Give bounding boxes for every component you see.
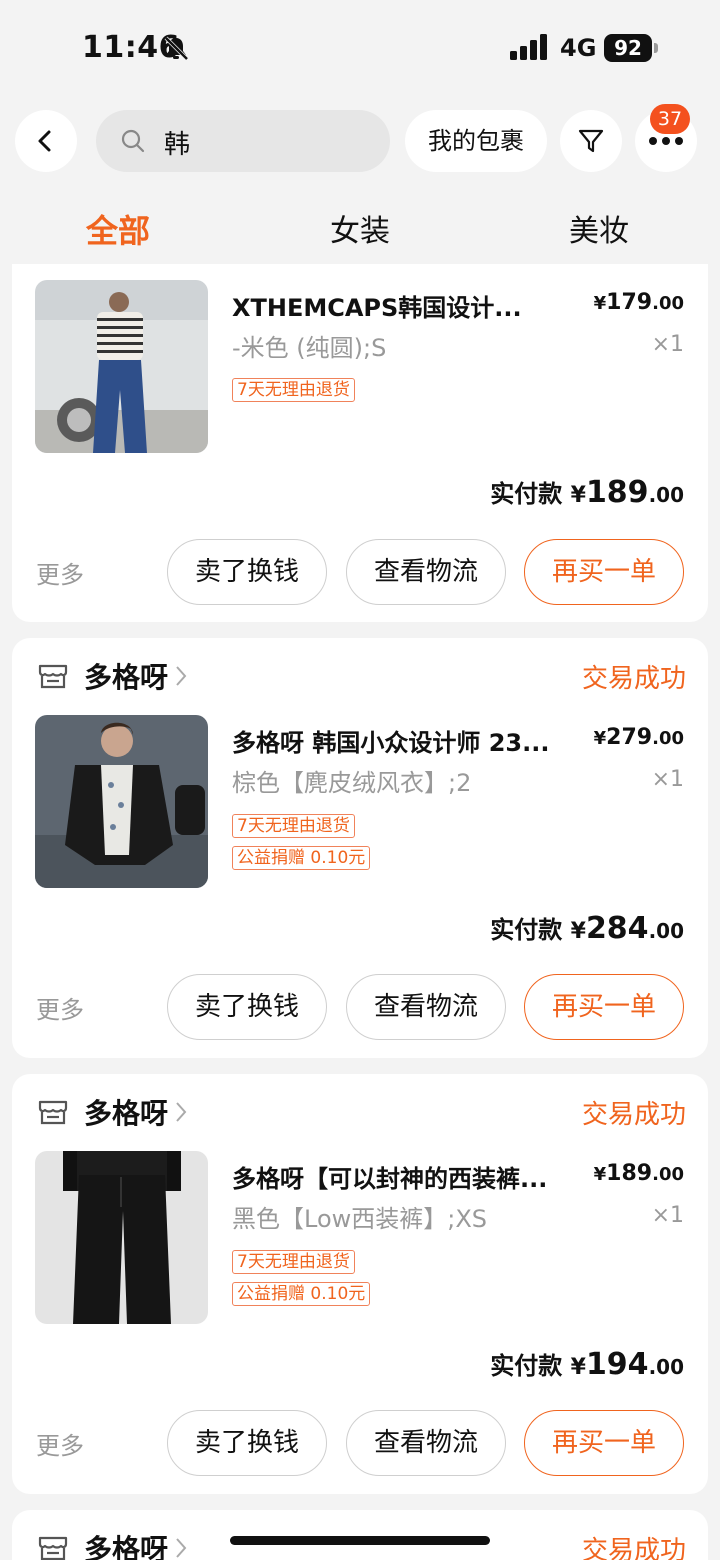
filter-icon — [578, 129, 604, 153]
product-title[interactable]: 多格呀【可以封神的西装裤... — [232, 1159, 577, 1194]
paid-label: 实付款 — [490, 1352, 563, 1380]
paid-amount: 实付款 ¥194.00 — [490, 1346, 684, 1382]
search-icon — [121, 129, 145, 153]
currency-symbol: ¥ — [593, 728, 607, 749]
shop-icon — [38, 1100, 68, 1125]
charity-tag: 公益捐赠 0.10元 — [232, 846, 371, 870]
network-label: 4G — [560, 34, 597, 62]
product-quantity: ×1 — [651, 332, 684, 357]
bell-off-icon — [164, 36, 189, 61]
chevron-right-icon — [176, 1538, 187, 1558]
order-card: XTHEMCAPS韩国设计... ¥179.00 -米色 (纯圆);S ×1 7… — [12, 264, 708, 622]
more-dots-icon — [649, 137, 683, 145]
battery-level: 92 — [604, 34, 652, 62]
price-integer: 179 — [606, 290, 653, 315]
shop-icon — [38, 664, 68, 689]
currency-symbol: ¥ — [593, 1164, 607, 1185]
product-image[interactable] — [35, 1151, 208, 1324]
signal-icon — [510, 34, 547, 60]
rebuy-button[interactable]: 再买一单 — [524, 539, 684, 605]
currency-symbol: ¥ — [570, 1355, 586, 1380]
paid-decimal: .00 — [648, 919, 684, 943]
battery-tip — [654, 43, 658, 53]
product-spec: 棕色【麂皮绒风衣】;2 — [232, 769, 472, 797]
home-indicator[interactable] — [230, 1536, 490, 1545]
track-logistics-button[interactable]: 查看物流 — [346, 974, 506, 1040]
product-price: ¥279.00 — [594, 725, 684, 750]
tab-beauty[interactable]: 美妆 — [569, 206, 629, 250]
paid-integer: 284 — [585, 911, 649, 946]
back-arrow-icon — [38, 130, 51, 152]
order-actions: 更多 卖了换钱 查看物流 再买一单 — [12, 539, 708, 605]
product-spec: -米色 (纯圆);S — [232, 334, 387, 362]
paid-amount: 实付款 ¥189.00 — [490, 474, 684, 510]
return-policy-tag: 7天无理由退货 — [232, 378, 355, 402]
category-tabs: 全部 女装 美妆 — [0, 188, 720, 264]
shop-name[interactable]: 多格呀 — [84, 1528, 168, 1560]
shop-name[interactable]: 多格呀 — [84, 1092, 168, 1132]
paid-decimal: .00 — [648, 483, 684, 507]
price-integer: 189 — [606, 1161, 653, 1186]
paid-decimal: .00 — [648, 1355, 684, 1379]
track-logistics-button[interactable]: 查看物流 — [346, 539, 506, 605]
product-image[interactable] — [35, 280, 208, 453]
chevron-right-icon — [176, 1102, 187, 1122]
track-logistics-button[interactable]: 查看物流 — [346, 1410, 506, 1476]
paid-label: 实付款 — [490, 916, 563, 944]
rebuy-button[interactable]: 再买一单 — [524, 974, 684, 1040]
order-status: 交易成功 — [581, 1100, 686, 1130]
charity-tag: 公益捐赠 0.10元 — [232, 1282, 371, 1306]
product-price: ¥179.00 — [594, 290, 684, 315]
more-link[interactable]: 更多 — [36, 990, 84, 1025]
currency-symbol: ¥ — [570, 483, 586, 508]
price-integer: 279 — [606, 725, 653, 750]
shop-name[interactable]: 多格呀 — [84, 656, 168, 696]
order-actions: 更多 卖了换钱 查看物流 再买一单 — [12, 974, 708, 1040]
search-input[interactable]: 韩 — [96, 110, 390, 172]
search-value: 韩 — [164, 130, 191, 160]
return-policy-tag: 7天无理由退货 — [232, 814, 355, 838]
product-price: ¥189.00 — [594, 1161, 684, 1186]
product-quantity: ×1 — [651, 767, 684, 792]
order-actions: 更多 卖了换钱 查看物流 再买一单 — [12, 1410, 708, 1476]
chevron-right-icon — [176, 666, 187, 686]
status-bar: 11:46 4G 92 — [0, 0, 720, 96]
rebuy-button[interactable]: 再买一单 — [524, 1410, 684, 1476]
order-card: 多格呀 交易成功 — [12, 1510, 708, 1560]
product-spec: 黑色【Low西装裤】;XS — [232, 1205, 488, 1233]
order-status: 交易成功 — [581, 1536, 686, 1560]
sell-button[interactable]: 卖了换钱 — [167, 539, 327, 605]
price-decimal: .00 — [652, 1164, 684, 1185]
back-button[interactable] — [15, 110, 77, 172]
currency-symbol: ¥ — [593, 293, 607, 314]
price-decimal: .00 — [652, 293, 684, 314]
product-image[interactable] — [35, 715, 208, 888]
paid-integer: 194 — [585, 1347, 649, 1382]
currency-symbol: ¥ — [570, 919, 586, 944]
return-policy-tag: 7天无理由退货 — [232, 1250, 355, 1274]
paid-label: 实付款 — [490, 480, 563, 508]
sell-button[interactable]: 卖了换钱 — [167, 1410, 327, 1476]
shop-icon — [38, 1536, 68, 1560]
shop-header[interactable]: 多格呀 交易成功 — [36, 656, 686, 696]
tab-all[interactable]: 全部 — [86, 206, 150, 252]
top-bar: 韩 我的包裹 — [0, 96, 720, 188]
order-status: 交易成功 — [581, 664, 686, 694]
order-card: 多格呀 交易成功 多格呀【可以封神的西装裤... ¥189.00 黑色【Low西… — [12, 1074, 708, 1494]
more-link[interactable]: 更多 — [36, 555, 84, 590]
paid-amount: 实付款 ¥284.00 — [490, 910, 684, 946]
notification-badge: 37 — [650, 104, 690, 134]
product-title[interactable]: XTHEMCAPS韩国设计... — [232, 288, 577, 323]
my-parcels-button[interactable]: 我的包裹 — [405, 110, 547, 172]
shop-header[interactable]: 多格呀 交易成功 — [36, 1092, 686, 1132]
product-title[interactable]: 多格呀 韩国小众设计师 23... — [232, 723, 577, 758]
order-card: 多格呀 交易成功 多格呀 韩国小众设计师 23... ¥279.00 棕色【麂皮… — [12, 638, 708, 1058]
tab-womens-clothing[interactable]: 女装 — [330, 206, 390, 250]
filter-button[interactable] — [560, 110, 622, 172]
more-link[interactable]: 更多 — [36, 1426, 84, 1461]
paid-integer: 189 — [585, 475, 649, 510]
sell-button[interactable]: 卖了换钱 — [167, 974, 327, 1040]
price-decimal: .00 — [652, 728, 684, 749]
product-quantity: ×1 — [651, 1203, 684, 1228]
